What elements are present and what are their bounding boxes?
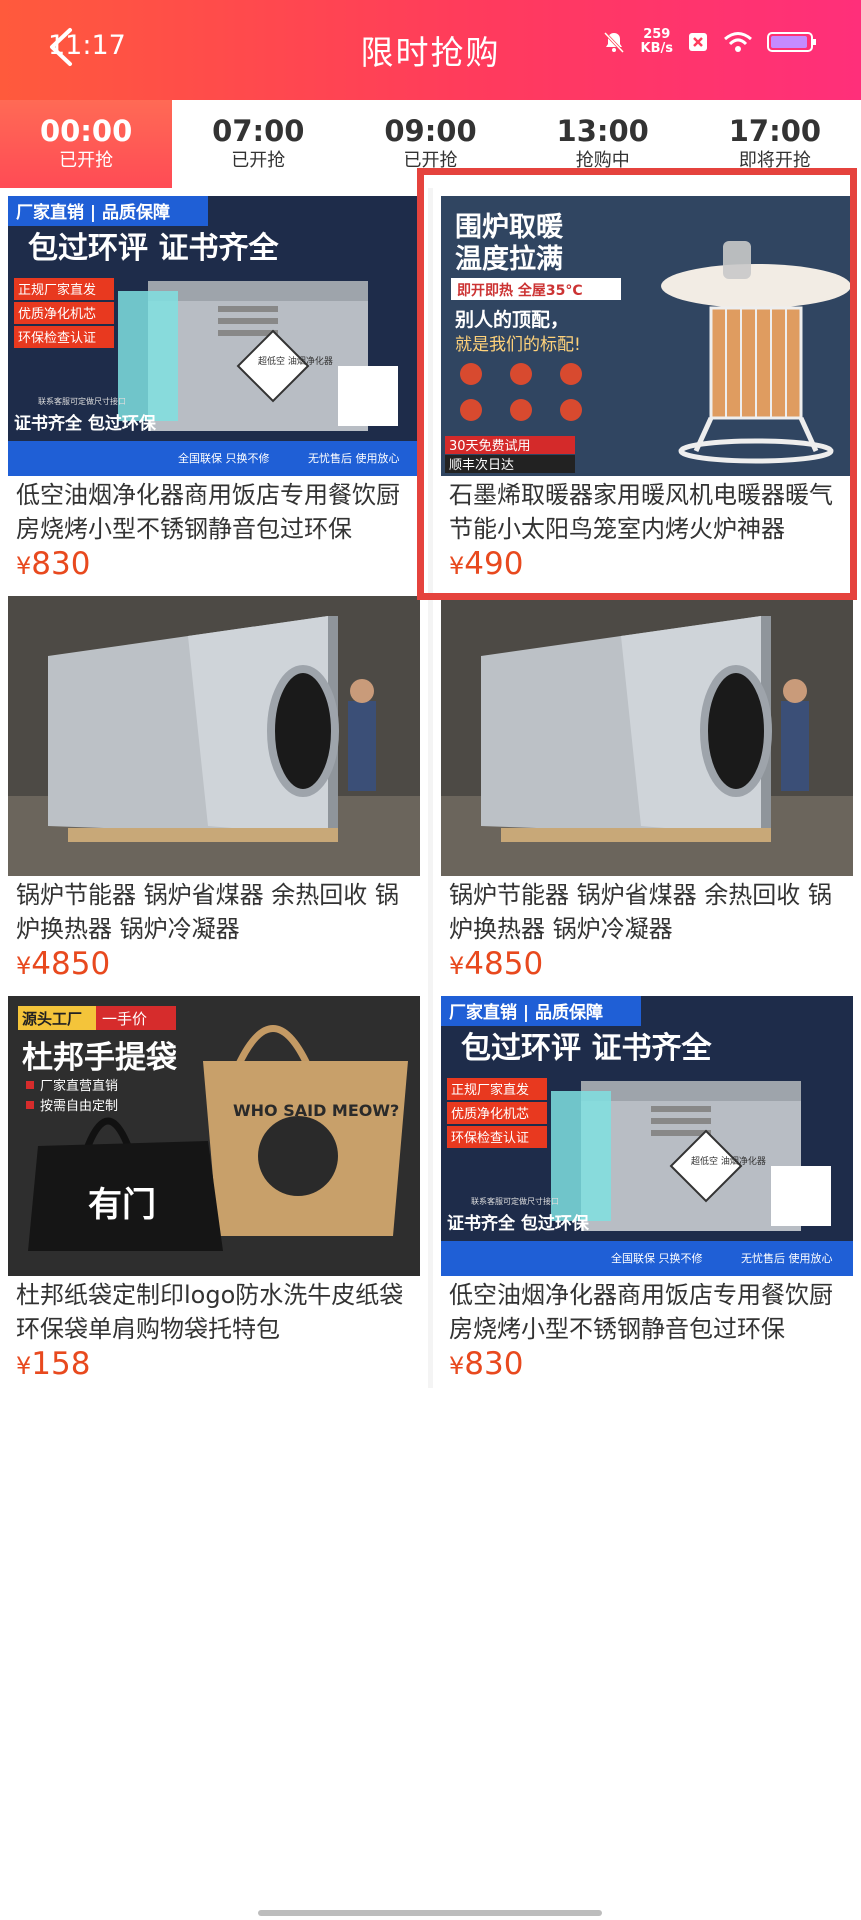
svg-text:包过环评 证书齐全: 包过环评 证书齐全: [461, 1031, 712, 1066]
svg-text:包过环评 证书齐全: 包过环评 证书齐全: [28, 231, 279, 266]
network-speed: 259 KB/s: [640, 27, 673, 56]
time-slot-tabs: 00:00 已开抢 07:00 已开抢 09:00 已开抢 13:00 抢购中 …: [0, 100, 861, 188]
svg-text:联系客服可定做尺寸接口: 联系客服可定做尺寸接口: [38, 396, 126, 406]
tab-1300[interactable]: 13:00 抢购中: [517, 100, 689, 188]
tab-status: 已开抢: [403, 150, 458, 171]
svg-text:别人的顶配，: 别人的顶配，: [454, 308, 569, 331]
product-card[interactable]: 围炉取暖 温度拉满 即开即热 全屋35°C 别人的顶配， 就是我们的标配! 30: [433, 188, 861, 588]
product-price: ¥158: [16, 1346, 91, 1382]
svg-text:围炉取暖: 围炉取暖: [455, 212, 564, 243]
product-card[interactable]: 锅炉节能器 锅炉省煤器 余热回收 锅炉换热器 锅炉冷凝器 ¥4850: [0, 588, 428, 988]
tab-0700[interactable]: 07:00 已开抢: [172, 100, 344, 188]
battery-icon: [767, 32, 816, 52]
product-image: [441, 596, 853, 876]
svg-text:厂家直销 | 品质保障: 厂家直销 | 品质保障: [449, 1002, 603, 1023]
product-price: ¥4850: [16, 946, 111, 982]
tab-status: 已开抢: [59, 150, 114, 171]
svg-text:一手价: 一手价: [102, 1010, 147, 1028]
product-price: ¥4850: [449, 946, 544, 982]
product-title: 杜邦纸袋定制印logo防水洗牛皮纸袋环保袋单肩购物袋托特包: [16, 1281, 404, 1343]
svg-text:超低空 油烟净化器: 超低空 油烟净化器: [258, 355, 333, 367]
svg-text:即开即热 全屋35°C: 即开即热 全屋35°C: [457, 282, 583, 299]
product-card[interactable]: 源头工厂 一手价 杜邦手提袋 厂家直营直销 按需自由定制 WHO SAID ME…: [0, 988, 428, 1388]
product-title: 低空油烟净化器商用饭店专用餐饮厨房烧烤小型不锈钢静音包过环保: [16, 481, 400, 543]
product-card[interactable]: 锅炉节能器 锅炉省煤器 余热回收 锅炉换热器 锅炉冷凝器 ¥4850: [433, 588, 861, 988]
header-bar: 11:17 限时抢购 259 KB/s: [0, 0, 861, 100]
tab-status: 已开抢: [231, 150, 286, 171]
product-card[interactable]: 厂家直销 | 品质保障 包过环评 证书齐全 正规厂家直发 优质净化机芯 环保检查…: [433, 988, 861, 1388]
svg-text:无忧售后 使用放心: 无忧售后 使用放心: [741, 1251, 833, 1265]
svg-text:30天免费试用: 30天免费试用: [449, 439, 531, 454]
svg-text:正规厂家直发: 正规厂家直发: [18, 282, 96, 298]
product-image: 厂家直销 | 品质保障 包过环评 证书齐全 正规厂家直发 优质净化机芯 环保检查…: [8, 196, 420, 476]
svg-text:有门: 有门: [88, 1185, 156, 1225]
tab-status: 抢购中: [575, 150, 630, 171]
product-title: 石墨烯取暖器家用暖风机电暖器暖气节能小太阳鸟笼室内烤火炉神器: [449, 481, 833, 543]
product-title: 锅炉节能器 锅炉省煤器 余热回收 锅炉换热器 锅炉冷凝器: [449, 881, 832, 943]
svg-text:全国联保 只换不修: 全国联保 只换不修: [611, 1251, 703, 1265]
svg-text:源头工厂: 源头工厂: [22, 1010, 82, 1028]
svg-text:WHO SAID MEOW?: WHO SAID MEOW?: [233, 1101, 399, 1120]
svg-text:厂家直营直销: 厂家直营直销: [40, 1078, 118, 1094]
svg-text:顺丰次日达: 顺丰次日达: [449, 457, 514, 473]
product-card[interactable]: 厂家直销 | 品质保障 包过环评 证书齐全 正规厂家直发 优质净化机芯 环保检查…: [0, 188, 428, 588]
svg-text:超低空 油烟净化器: 超低空 油烟净化器: [691, 1155, 766, 1167]
product-price: ¥830: [16, 546, 91, 582]
svg-text:优质净化机芯: 优质净化机芯: [451, 1107, 529, 1122]
product-image: 厂家直销 | 品质保障 包过环评 证书齐全 正规厂家直发 优质净化机芯 环保检查…: [441, 996, 853, 1276]
svg-text:证书齐全 包过环保: 证书齐全 包过环保: [447, 1213, 590, 1234]
tab-0900[interactable]: 09:00 已开抢: [344, 100, 516, 188]
tab-time: 17:00: [728, 114, 822, 148]
svg-text:环保检查认证: 环保检查认证: [451, 1131, 529, 1146]
svg-text:正规厂家直发: 正规厂家直发: [451, 1082, 529, 1098]
svg-text:环保检查认证: 环保检查认证: [18, 331, 96, 346]
mute-bell-icon: [603, 31, 624, 54]
svg-text:就是我们的标配!: 就是我们的标配!: [455, 335, 581, 355]
svg-text:温度拉满: 温度拉满: [455, 243, 563, 275]
svg-text:联系客服可定做尺寸接口: 联系客服可定做尺寸接口: [471, 1196, 559, 1206]
product-price: ¥490: [449, 546, 524, 582]
product-image: 源头工厂 一手价 杜邦手提袋 厂家直营直销 按需自由定制 WHO SAID ME…: [8, 996, 420, 1276]
product-image: [8, 596, 420, 876]
svg-text:证书齐全 包过环保: 证书齐全 包过环保: [14, 413, 157, 434]
wifi-icon: [724, 32, 752, 52]
product-price: ¥830: [449, 1346, 524, 1382]
status-icons: 259 KB/s: [601, 28, 817, 56]
svg-text:厂家直销 | 品质保障: 厂家直销 | 品质保障: [16, 202, 170, 223]
svg-text:杜邦手提袋: 杜邦手提袋: [22, 1040, 177, 1076]
product-grid: 厂家直销 | 品质保障 包过环评 证书齐全 正规厂家直发 优质净化机芯 环保检查…: [0, 188, 861, 1388]
product-title: 低空油烟净化器商用饭店专用餐饮厨房烧烤小型不锈钢静音包过环保: [449, 1281, 833, 1343]
svg-text:优质净化机芯: 优质净化机芯: [18, 307, 96, 322]
no-sim-icon: [689, 33, 707, 51]
tab-status: 即将开抢: [738, 150, 811, 171]
tab-time: 07:00: [212, 114, 305, 148]
tab-1700[interactable]: 17:00 即将开抢: [689, 100, 861, 188]
tab-time: 13:00: [556, 114, 649, 148]
tab-0000[interactable]: 00:00 已开抢: [0, 100, 173, 188]
svg-text:无忧售后 使用放心: 无忧售后 使用放心: [308, 451, 400, 465]
product-title: 锅炉节能器 锅炉省煤器 余热回收 锅炉换热器 锅炉冷凝器: [16, 881, 399, 943]
tab-time: 09:00: [384, 114, 477, 148]
svg-text:按需自由定制: 按需自由定制: [40, 1099, 118, 1114]
svg-text:全国联保 只换不修: 全国联保 只换不修: [178, 451, 270, 465]
home-indicator[interactable]: [258, 1910, 602, 1916]
product-image: 围炉取暖 温度拉满 即开即热 全屋35°C 别人的顶配， 就是我们的标配! 30: [441, 196, 853, 476]
tab-time: 00:00: [39, 114, 133, 148]
